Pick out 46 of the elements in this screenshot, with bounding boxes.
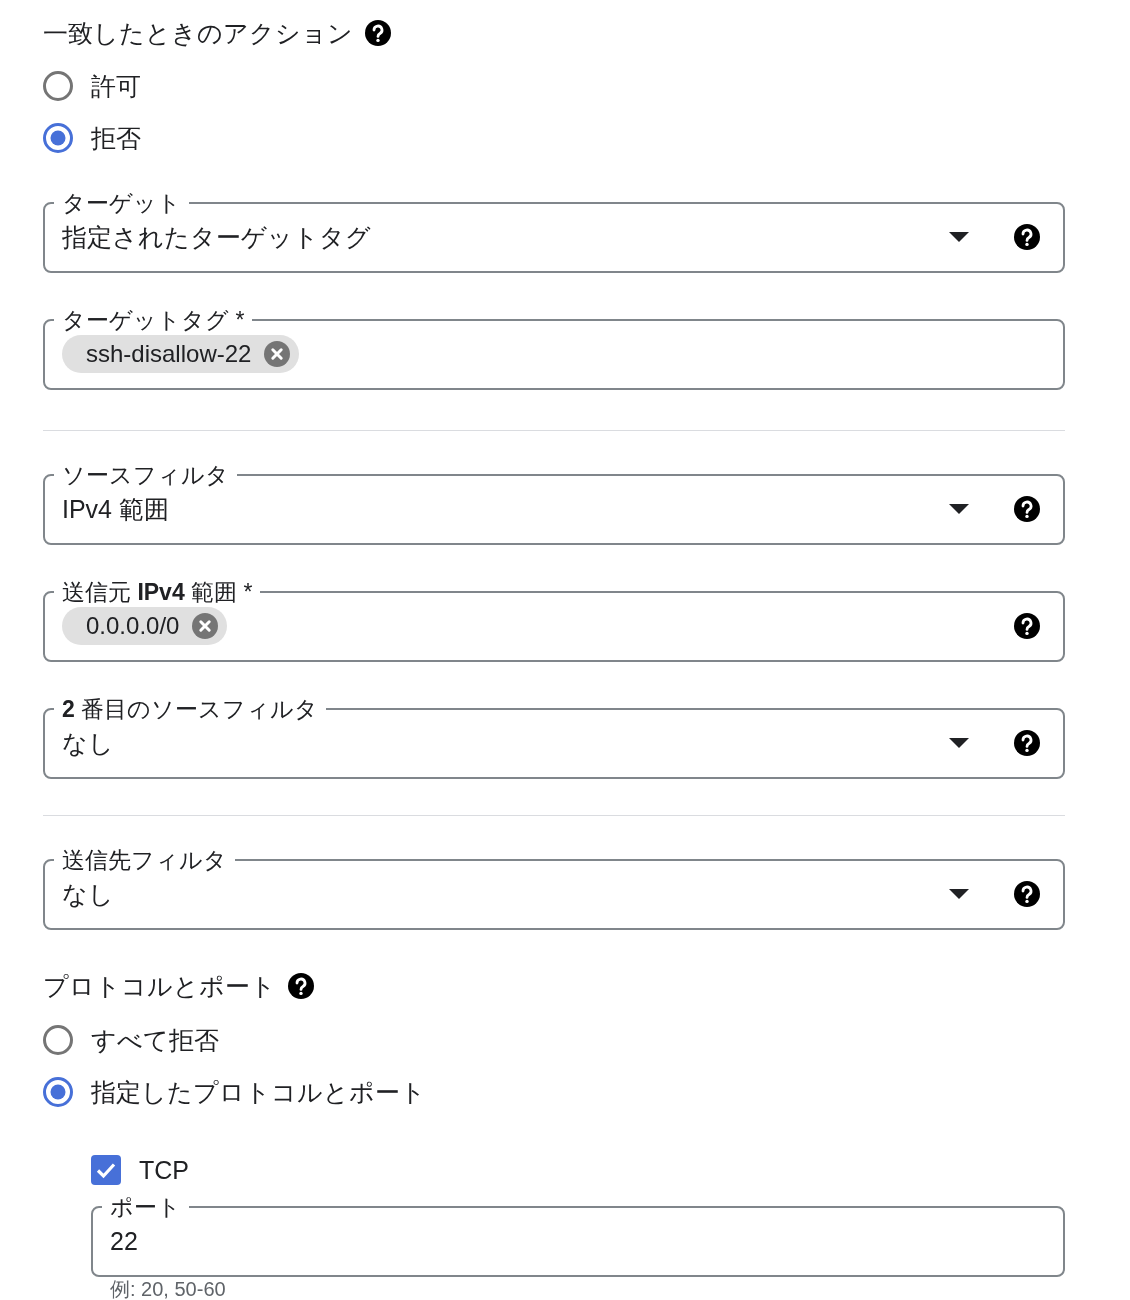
radio-button[interactable] [43, 1077, 73, 1107]
help-icon[interactable] [365, 20, 391, 46]
section-heading: 一致したときのアクション [43, 18, 353, 48]
caret-down-icon [949, 504, 969, 514]
field-label: 2 番目のソースフィルタ [62, 696, 319, 722]
remove-icon[interactable] [192, 613, 219, 639]
radio-label: すべて拒否 [91, 1025, 219, 1055]
dropdown-field[interactable]: ターゲット 指定されたターゲットタグ [43, 190, 1065, 273]
help-icon[interactable] [288, 973, 314, 999]
tag-input-field[interactable]: 送信元 IPv4 範囲 * 0.0.0.0/0 [43, 579, 1065, 662]
field-value: 22 [110, 1226, 139, 1256]
tag-input-field[interactable]: ターゲットタグ * ssh-disallow-22 [43, 307, 1065, 390]
field-value: なし [62, 728, 115, 758]
help-icon[interactable] [1014, 613, 1040, 639]
dropdown-field[interactable]: 送信先フィルタ なし [43, 847, 1065, 930]
field-label: ポート [110, 1194, 181, 1220]
checkbox-label: TCP [139, 1155, 189, 1185]
field-value: 指定されたターゲットタグ [62, 222, 372, 252]
help-icon[interactable] [1014, 496, 1040, 522]
dropdown-field[interactable]: 2 番目のソースフィルタ なし [43, 696, 1065, 779]
help-icon[interactable] [1014, 224, 1040, 250]
section-heading: プロトコルとポート [43, 971, 276, 1001]
checkbox[interactable] [91, 1155, 121, 1185]
caret-down-icon [949, 232, 969, 242]
input-field[interactable]: ポート 22 [91, 1194, 1065, 1277]
radio-label: 指定したプロトコルとポート [91, 1077, 426, 1107]
field-label: ターゲット [62, 190, 181, 216]
tag-chip[interactable]: 0.0.0.0/0 [62, 607, 228, 645]
radio-button[interactable] [43, 71, 73, 101]
tag-chip[interactable]: ssh-disallow-22 [62, 335, 300, 373]
caret-down-icon [949, 738, 969, 748]
remove-icon[interactable] [264, 341, 291, 367]
field-value: IPv4 範囲 [62, 494, 170, 524]
helper-text: 例: 20, 50-60 [109, 1277, 227, 1299]
field-label: ソースフィルタ [62, 462, 229, 488]
field-label: ターゲットタグ * [62, 307, 245, 333]
radio-button[interactable] [43, 123, 73, 153]
field-value: なし [62, 879, 115, 909]
radio-label: 許可 [91, 71, 141, 101]
help-icon[interactable] [1014, 730, 1040, 756]
field-label: 送信元 IPv4 範囲 * [62, 579, 253, 605]
radio-label: 拒否 [91, 123, 141, 153]
field-label: 送信先フィルタ [62, 847, 227, 873]
caret-down-icon [949, 889, 969, 899]
radio-button[interactable] [43, 1025, 73, 1055]
help-icon[interactable] [1014, 881, 1040, 907]
